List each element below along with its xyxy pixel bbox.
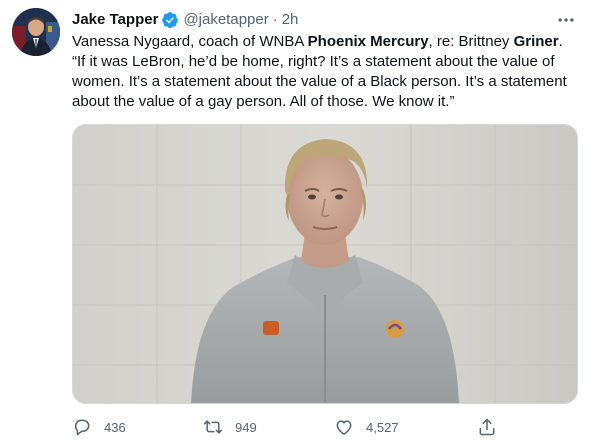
- reply-icon: [72, 417, 92, 437]
- author-name[interactable]: Jake Tapper: [72, 10, 158, 30]
- text-segment: .: [558, 33, 563, 50]
- tweet-quote: “If it was LeBron, he’d be home, right? …: [72, 53, 567, 110]
- retweet-button[interactable]: 949: [203, 414, 257, 440]
- tweet-timestamp[interactable]: 2h: [282, 10, 299, 30]
- media-photo: [73, 125, 577, 403]
- retweet-count: 949: [235, 419, 257, 435]
- text-segment-team[interactable]: Phoenix Mercury: [308, 33, 429, 50]
- more-options-icon[interactable]: [555, 10, 577, 30]
- tweet-header: Jake Tapper @jaketapper · 2h: [72, 10, 298, 30]
- text-segment: , re: Brittney: [428, 33, 514, 50]
- author-handle[interactable]: @jaketapper: [183, 10, 268, 30]
- reply-button[interactable]: 436: [72, 414, 126, 440]
- tweet[interactable]: Jake Tapper @jaketapper · 2h Vanessa Nyg…: [0, 0, 597, 442]
- verified-badge-icon: [161, 11, 179, 29]
- text-segment: Vanessa Nygaard, coach of WNBA: [72, 33, 308, 50]
- separator-dot: ·: [272, 11, 278, 28]
- avatar-image: [12, 8, 60, 56]
- tweet-media-image[interactable]: [72, 124, 578, 404]
- tweet-text-intro: Vanessa Nygaard, coach of WNBA Phoenix M…: [72, 32, 577, 52]
- text-segment-player[interactable]: Griner: [514, 33, 559, 50]
- share-button[interactable]: [477, 414, 497, 440]
- like-button[interactable]: 4,527: [334, 414, 399, 440]
- retweet-icon: [203, 417, 223, 437]
- reply-count: 436: [104, 419, 126, 435]
- tweet-action-bar: 436 949 4,527: [72, 414, 502, 440]
- tweet-text: Vanessa Nygaard, coach of WNBA Phoenix M…: [72, 32, 577, 112]
- share-icon: [477, 417, 497, 437]
- avatar[interactable]: [12, 8, 60, 56]
- like-icon: [334, 417, 354, 437]
- like-count: 4,527: [366, 419, 399, 435]
